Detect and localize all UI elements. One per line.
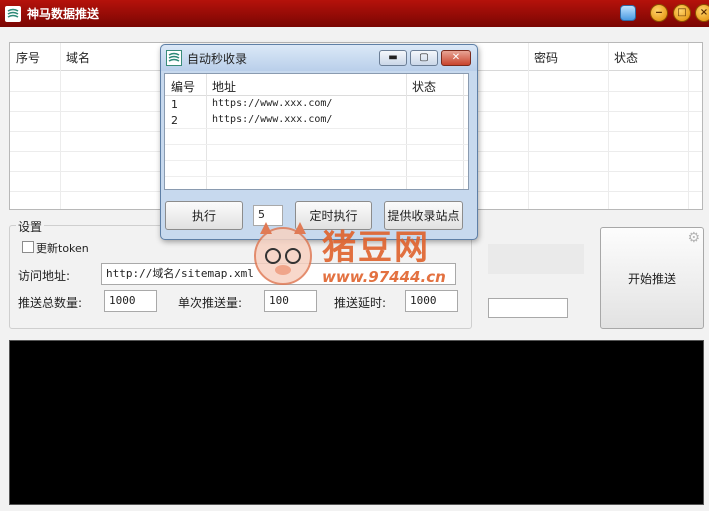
grid-divider (406, 74, 407, 189)
visit-url-label: 访问地址: (18, 269, 71, 283)
side-input[interactable] (488, 298, 568, 318)
column-header-password: 密码 (534, 51, 559, 65)
dialog-table-header: 编号 地址 状态 (165, 74, 468, 96)
close-button[interactable]: × (695, 4, 709, 22)
execute-button[interactable]: 执行 (165, 201, 243, 230)
single-push-label: 单次推送量: (178, 296, 243, 310)
start-push-label: 开始推送 (627, 271, 676, 286)
single-push-input[interactable]: 100 (264, 290, 317, 312)
total-push-input[interactable]: 1000 (104, 290, 157, 312)
watermark-brand: 猪豆网 (322, 228, 430, 268)
push-delay-label: 推送延时: (334, 296, 387, 310)
dialog-close-button[interactable]: ✕ (441, 50, 471, 66)
gear-icon: ⚙ (687, 230, 700, 246)
settings-legend: 设置 (16, 218, 45, 235)
column-header-address: 地址 (212, 80, 237, 94)
grid-divider (206, 74, 207, 189)
table-row[interactable]: 1 https://www.xxx.com/ (165, 97, 468, 113)
grid-divider (528, 43, 529, 209)
grid-divider (165, 128, 468, 129)
log-console[interactable] (9, 340, 704, 505)
skin-icon[interactable] (620, 5, 636, 21)
grid-divider (165, 176, 468, 177)
watermark: 猪豆网 www.97444.cn (250, 220, 460, 290)
title-bar: 神马数据推送 ‒ □ × (0, 0, 709, 27)
start-push-button[interactable]: ⚙ 开始推送 (600, 227, 704, 329)
push-delay-input[interactable]: 1000 (405, 290, 458, 312)
grid-divider (688, 43, 689, 209)
window-title: 神马数据推送 (27, 7, 100, 21)
watermark-url: www.97444.cn (322, 268, 446, 286)
dialog-maximize-button[interactable]: ▢ (410, 50, 438, 66)
minimize-button[interactable]: ‒ (650, 4, 668, 22)
update-token-label: 更新token (36, 242, 89, 255)
grid-divider (608, 43, 609, 209)
update-token-checkbox[interactable] (22, 241, 34, 253)
row-url: https://www.xxx.com/ (212, 98, 333, 109)
app-logo-icon (5, 5, 21, 22)
total-push-label: 推送总数量: (18, 296, 83, 310)
column-header-status: 状态 (412, 80, 437, 94)
dialog-app-icon (166, 50, 182, 66)
row-id: 2 (171, 114, 178, 127)
dialog-title: 自动秒收录 (187, 51, 248, 66)
maximize-button[interactable]: □ (673, 4, 691, 22)
grid-divider (463, 74, 464, 189)
blank-panel (488, 244, 584, 274)
dialog-title-bar: 自动秒收录 ▬ ▢ ✕ (161, 45, 477, 71)
table-row[interactable]: 2 https://www.xxx.com/ (165, 113, 468, 129)
column-header-index: 序号 (16, 51, 41, 65)
row-url: https://www.xxx.com/ (212, 114, 333, 125)
grid-divider (165, 144, 468, 145)
row-id: 1 (171, 98, 178, 111)
column-header-number: 编号 (171, 80, 196, 94)
auto-index-dialog: 自动秒收录 ▬ ▢ ✕ 编号 地址 状态 1 https://www.xxx.c… (160, 44, 478, 240)
execute-label: 执行 (191, 209, 216, 223)
grid-divider (165, 160, 468, 161)
dialog-minimize-button[interactable]: ▬ (379, 50, 407, 66)
grid-divider (60, 43, 61, 209)
dialog-url-table[interactable]: 编号 地址 状态 1 https://www.xxx.com/ 2 https:… (164, 73, 469, 190)
column-header-status: 状态 (614, 51, 639, 65)
column-header-domain: 域名 (66, 51, 91, 65)
